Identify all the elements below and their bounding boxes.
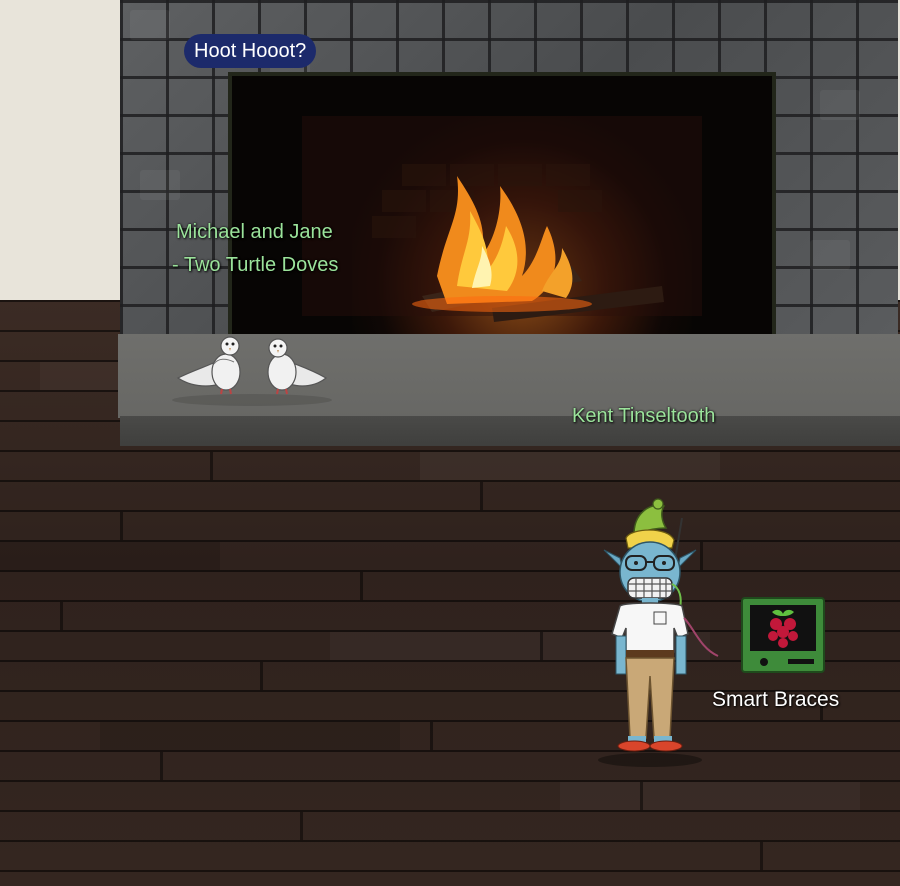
hearth-front [120, 416, 900, 446]
fireplace-firebox [228, 72, 776, 356]
npc-kent-tinseltooth[interactable] [590, 498, 720, 770]
speech-bubble: Hoot Hooot? [184, 34, 317, 68]
smart-braces-terminal[interactable] [740, 596, 826, 674]
npc-turtle-doves[interactable] [168, 326, 336, 408]
npc-name-doves-line1: Michael and Jane [176, 221, 333, 243]
npc-name-doves-line2: - Two Turtle Doves [172, 254, 339, 276]
terminal-label: Smart Braces [712, 688, 840, 711]
game-scene: Hoot Hooot? Michael and Jane - Two Turtl… [0, 0, 900, 886]
turtle-doves-icon [172, 336, 332, 406]
fire-icon [302, 116, 702, 322]
raspberry-pi-icon [741, 597, 825, 673]
npc-name-kent: Kent Tinseltooth [572, 405, 716, 427]
elf-character-icon [598, 498, 719, 767]
